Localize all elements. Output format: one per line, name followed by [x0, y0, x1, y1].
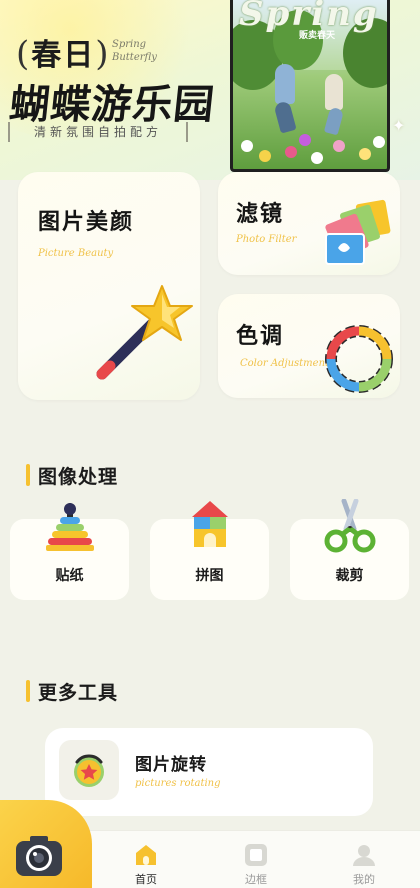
color-ring-icon: [325, 325, 393, 393]
feature-card-picture-beauty[interactable]: 图片美颜 Picture Beauty: [18, 172, 200, 400]
feature-subtitle: Picture Beauty: [38, 248, 114, 259]
stacking-rings-icon: [46, 503, 94, 551]
tool-label: 贴纸: [55, 568, 84, 584]
tool-crop[interactable]: 裁剪: [290, 499, 409, 600]
nav-label: 边框: [245, 873, 267, 886]
feature-subtitle: Photo Filter: [236, 234, 297, 245]
photo-stack-icon: [325, 199, 391, 265]
banner-title-line1: (春日): [16, 34, 111, 74]
list-item-subtitle: pictures rotating: [135, 778, 221, 789]
feature-title: 滤镜: [236, 202, 285, 227]
feature-subtitle: Color Adjustment: [240, 358, 330, 369]
feature-title: 图片美颜: [38, 210, 135, 235]
top-banner[interactable]: (春日) Spring Butterfly 蝴蝶游乐园 清新氛围自拍配方 Spr…: [0, 0, 420, 180]
camera-icon: [16, 836, 62, 876]
tool-label: 裁剪: [335, 568, 364, 584]
frame-icon: [245, 844, 267, 866]
tool-sticker[interactable]: 贴纸: [10, 503, 129, 600]
building-blocks-icon: [192, 501, 228, 547]
feature-card-color-adjustment[interactable]: 色调 Color Adjustment: [218, 294, 400, 398]
camera-button[interactable]: [0, 800, 92, 888]
profile-icon: [353, 845, 375, 866]
nav-label: 首页: [135, 873, 157, 886]
banner-script-text: Spring Butterfly: [112, 39, 157, 63]
magic-wand-icon: [96, 285, 193, 380]
banner-photo: Spring 贩卖春天: [230, 0, 390, 172]
list-item-picture-rotation[interactable]: 图片旋转 pictures rotating: [45, 728, 373, 816]
list-item-icon-box: [59, 740, 119, 800]
tool-collage[interactable]: 拼图: [150, 501, 269, 600]
list-item-title: 图片旋转: [135, 755, 207, 775]
nav-item-home[interactable]: 首页: [106, 831, 186, 888]
feature-card-photo-filter[interactable]: 滤镜 Photo Filter: [218, 172, 400, 275]
nav-label: 我的: [353, 873, 375, 886]
nav-item-profile[interactable]: 我的: [324, 831, 404, 888]
sparkle-icon: ✦: [392, 116, 406, 135]
home-icon: [136, 845, 156, 865]
section-header-image-processing: 图像处理: [26, 460, 226, 490]
section-header-more-tools: 更多工具: [26, 676, 226, 706]
feature-title: 色调: [236, 324, 285, 349]
tool-label: 拼图: [195, 568, 224, 584]
photo-caption: 贩卖春天: [299, 31, 336, 41]
nav-item-frame[interactable]: 边框: [216, 831, 296, 888]
star-badge-icon: [74, 754, 104, 787]
banner-subtitle: 清新氛围自拍配方: [8, 122, 188, 142]
scissors-icon: [324, 499, 376, 553]
